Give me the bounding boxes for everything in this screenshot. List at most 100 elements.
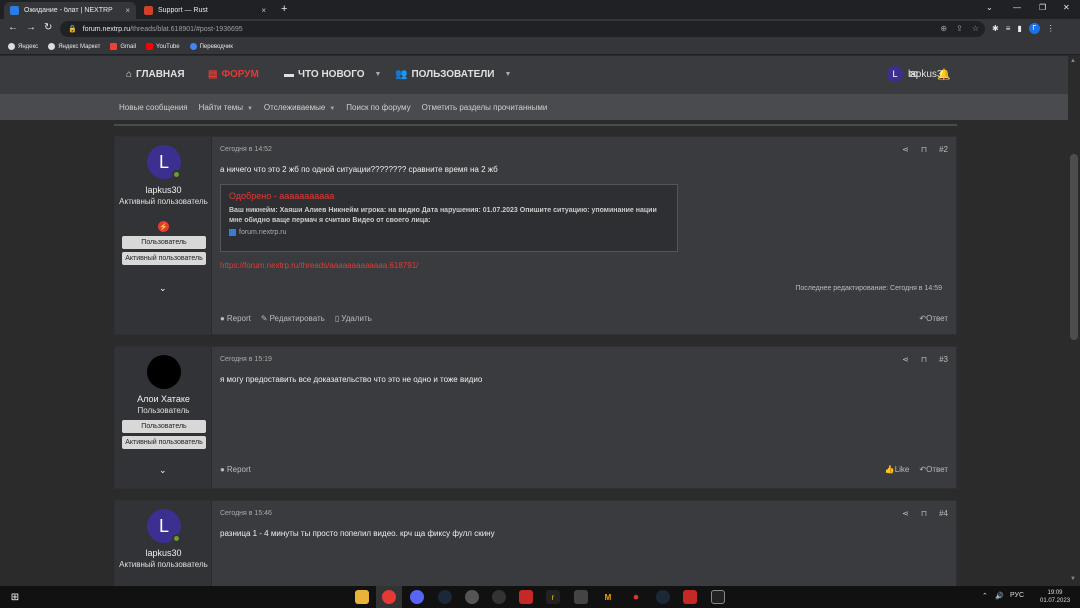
translate-icon <box>189 43 197 50</box>
language-indicator[interactable]: РУС <box>1010 592 1024 599</box>
tab-rust-support[interactable]: Support — Rust × <box>138 2 272 19</box>
restore-button[interactable]: ❐ <box>1039 3 1046 12</box>
scrollbar-thumb[interactable] <box>1070 154 1078 340</box>
reload-icon[interactable]: ↻ <box>44 22 52 33</box>
zoom-icon[interactable]: ⊕ <box>940 24 947 33</box>
tray-expand-icon[interactable]: ⌃ <box>982 592 988 600</box>
bell-icon[interactable]: 🔔 <box>937 68 951 81</box>
close-tab-icon[interactable]: × <box>125 6 130 15</box>
steam-icon[interactable] <box>656 590 670 604</box>
rust-icon[interactable] <box>683 590 697 604</box>
file-explorer-icon[interactable] <box>355 590 369 604</box>
side-panel-icon[interactable]: ▮ <box>1017 24 1021 33</box>
edit-button[interactable]: ✎ Редактировать <box>261 314 325 323</box>
tab-search-icon[interactable]: ⌄ <box>986 3 993 12</box>
post-date[interactable]: Сегодня в 14:52 <box>220 146 272 153</box>
volume-icon[interactable]: 🔊 <box>995 592 1004 600</box>
post-number[interactable]: #4 <box>939 509 948 518</box>
inbox-icon[interactable]: ✉ <box>909 68 918 81</box>
report-button[interactable]: ● Report <box>220 314 251 323</box>
subnav-mark-read[interactable]: Отметить разделы прочитанными <box>422 103 548 112</box>
bookmark-icon[interactable]: ⊓ <box>921 355 927 364</box>
windows-start-icon[interactable]: ⊞ <box>8 590 22 604</box>
extensions-icon[interactable]: ✱ <box>992 24 999 33</box>
bookmark-yandex[interactable]: Яндекс <box>8 43 38 50</box>
launcher-icon[interactable]: ✸ <box>629 590 643 604</box>
post-author[interactable]: lapkus30 <box>115 548 212 558</box>
post-number[interactable]: #3 <box>939 355 948 364</box>
scroll-up-icon[interactable]: ▲ <box>1070 58 1076 64</box>
game-icon[interactable] <box>492 590 506 604</box>
terminal-icon[interactable] <box>711 590 725 604</box>
post-user-panel: Алои Хатаке Пользователь Пользователь Ак… <box>115 347 212 488</box>
post-date[interactable]: Сегодня в 15:19 <box>220 356 272 363</box>
chrome-icon[interactable] <box>382 590 396 604</box>
back-icon[interactable]: ← <box>8 22 18 33</box>
chevron-down-icon: ▼ <box>374 71 382 78</box>
clock[interactable]: 19:09 01.07.2023 <box>1040 589 1070 605</box>
reply-button[interactable]: ↶Ответ <box>919 314 948 323</box>
new-tab-button[interactable]: + <box>281 3 287 15</box>
quote-text: Ваш никнейм: Хаяши Алиев Никнейм игрока:… <box>229 207 657 224</box>
nav-forum[interactable]: ▤ ФОРУМ <box>208 69 259 80</box>
post-author[interactable]: Алои Хатаке <box>115 394 212 404</box>
bookmarks-bar: Яндекс Яндекс Маркет Gmail YouTube Перев… <box>0 39 1080 55</box>
m-app-icon[interactable]: M <box>601 590 615 604</box>
chevron-down-icon[interactable]: ⌄ <box>159 465 167 476</box>
discord-icon[interactable] <box>410 590 424 604</box>
bookmark-icon[interactable]: ⊓ <box>921 145 927 154</box>
chevron-down-icon[interactable]: ⌄ <box>159 283 167 294</box>
steam-icon[interactable] <box>438 590 452 604</box>
app-r-icon[interactable]: r <box>546 590 560 604</box>
bookmark-gmail[interactable]: Gmail <box>110 43 136 50</box>
post-date[interactable]: Сегодня в 15:46 <box>220 510 272 517</box>
post-actions: ● Report <box>220 465 251 474</box>
post-tools: ⋖ ⊓ #3 <box>902 355 948 364</box>
share-icon[interactable]: ⇪ <box>956 24 963 33</box>
nav-home[interactable]: ⌂ ГЛАВНАЯ <box>126 69 185 80</box>
bookmark-yandex-market[interactable]: Яндекс Маркет <box>48 43 100 50</box>
subnav-find-threads[interactable]: Найти темы ▼ <box>199 103 253 112</box>
share-icon[interactable]: ⋖ <box>902 509 909 518</box>
bookmark-icon[interactable]: ⊓ <box>921 509 927 518</box>
url-text: forum.nextrp.ru/threads/blat.618901/#pos… <box>82 25 243 33</box>
embedded-quote[interactable]: Одобрено - ааааааааааа Ваш никнейм: Хаяш… <box>220 184 678 252</box>
scroll-down-icon[interactable]: ▼ <box>1070 576 1076 582</box>
home-icon: ⌂ <box>126 69 133 80</box>
bookmark-star-icon[interactable]: ☆ <box>972 24 979 33</box>
menu-icon[interactable]: ⋮ <box>1047 24 1055 33</box>
minimize-button[interactable]: — <box>1013 3 1021 12</box>
share-icon[interactable]: ⋖ <box>902 355 909 364</box>
post-number[interactable]: #2 <box>939 145 948 154</box>
profile-avatar[interactable]: Г <box>1028 23 1040 34</box>
subnav-search[interactable]: Поиск по форуму <box>346 103 410 112</box>
close-window-button[interactable]: ✕ <box>1063 3 1070 12</box>
reply-button[interactable]: ↶Ответ <box>919 465 948 474</box>
obs-icon[interactable] <box>465 590 479 604</box>
delete-button[interactable]: ▯ Удалить <box>335 314 372 323</box>
report-button[interactable]: ● Report <box>220 465 251 474</box>
avatar[interactable] <box>147 355 181 389</box>
page-scrollbar[interactable]: ▲ ▼ <box>1068 56 1080 586</box>
subnav-watched[interactable]: Отслеживаемые ▼ <box>264 103 335 112</box>
close-tab-icon[interactable]: × <box>261 6 266 15</box>
nav-users[interactable]: 👥 ПОЛЬЗОВАТЕЛИ ▼ <box>395 69 511 80</box>
nav-whats-new[interactable]: ▬ ЧТО НОВОГО ▼ <box>284 69 381 80</box>
bookmark-translate[interactable]: Переводчик <box>189 43 233 50</box>
post-link[interactable]: https://forum.nextrp.ru/threads/aaaaaaaa… <box>220 261 418 270</box>
forward-icon[interactable]: → <box>26 22 36 33</box>
app-icon[interactable] <box>519 590 533 604</box>
post-tools: ⋖ ⊓ #4 <box>902 509 948 518</box>
share-icon[interactable]: ⋖ <box>902 145 909 154</box>
like-button[interactable]: 👍Like <box>885 465 910 474</box>
bookmark-youtube[interactable]: YouTube <box>146 43 180 50</box>
quote-title[interactable]: Одобрено - ааааааааааа <box>229 191 669 201</box>
reading-list-icon[interactable]: ≡ <box>1006 24 1011 33</box>
shield-icon[interactable] <box>574 590 588 604</box>
address-bar[interactable]: 🔒 forum.nextrp.ru/threads/blat.618901/#p… <box>60 21 985 37</box>
post-user-panel: L lapkus30 Активный пользователь ⚡ Польз… <box>115 137 212 334</box>
tab-nextrp[interactable]: Ожидание - блат | NEXTRP × <box>4 2 136 19</box>
comment-icon: ▬ <box>284 69 294 80</box>
subnav-new-posts[interactable]: Новые сообщения <box>119 103 188 112</box>
post-author[interactable]: lapkus30 <box>115 185 212 195</box>
